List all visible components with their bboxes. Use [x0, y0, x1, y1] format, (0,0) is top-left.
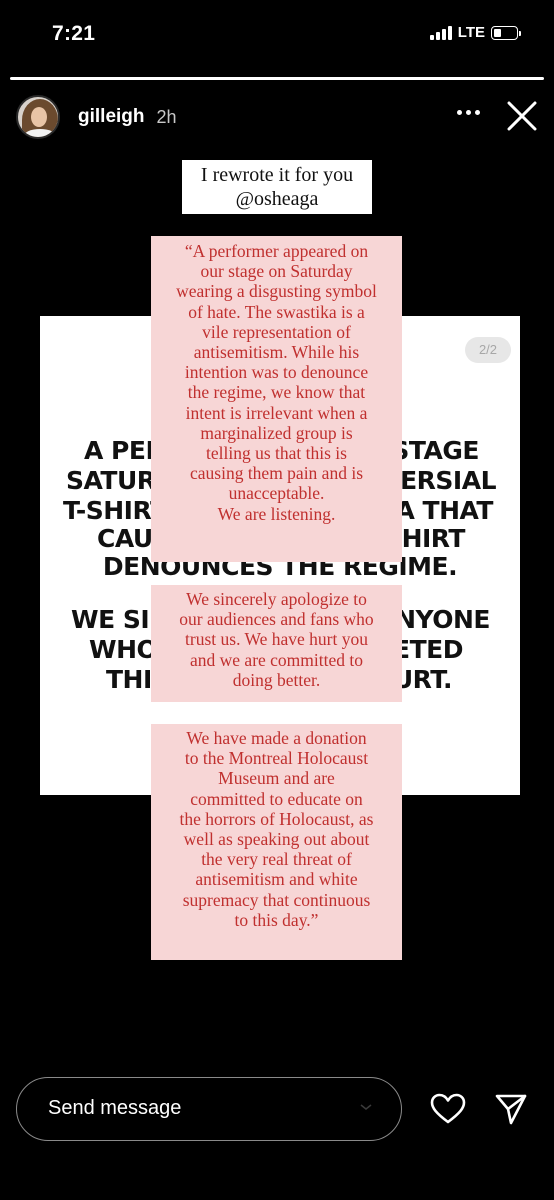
message-placeholder: Send message — [48, 1097, 182, 1119]
close-icon[interactable] — [506, 100, 538, 132]
note-line: telling us that this is — [206, 443, 347, 464]
username[interactable]: gilleigh — [78, 106, 145, 128]
note-line: the horrors of Holocaust, as — [179, 808, 374, 829]
note-line: intent is irrelevant when a — [185, 402, 368, 423]
note-line: to this day.” — [234, 909, 319, 930]
note-line: doing better. — [232, 669, 321, 690]
note-line: committed to educate on — [190, 788, 363, 809]
heart-icon[interactable] — [430, 1093, 466, 1125]
note-line: of hate. The swastika is a — [188, 301, 365, 322]
note-line: the very real threat of — [201, 849, 352, 870]
note-line: trust us. We have hurt you — [185, 629, 368, 650]
card-line: STAGE — [391, 436, 479, 465]
story-progress-bar — [10, 77, 544, 80]
story-header: gilleigh 2h — [16, 94, 538, 140]
note-line: and we are committed to — [190, 649, 363, 670]
note-line: We sincerely apologize to — [186, 589, 367, 609]
note-line: to the Montreal Holocaust — [184, 748, 369, 769]
story-title-mention[interactable]: @osheaga — [182, 187, 372, 211]
more-horizontal-icon[interactable] — [457, 110, 480, 115]
chevron-down-icon — [360, 1104, 372, 1110]
status-indicators: LTE — [429, 24, 521, 41]
note-line: well as speaking out about — [183, 829, 370, 850]
avatar[interactable] — [16, 95, 60, 139]
network-type: LTE — [457, 24, 485, 41]
rewrite-note: “A performer appeared on our stage on Sa… — [151, 236, 402, 562]
post-time: 2h — [156, 106, 177, 127]
send-icon[interactable] — [494, 1092, 528, 1126]
story-title-box: I rewrote it for you @osheaga — [182, 160, 372, 214]
signal-icon — [429, 25, 452, 40]
note-line: the regime, we know that — [187, 382, 366, 403]
rewrite-note: We have made a donation to the Montreal … — [151, 724, 402, 960]
note-line: intention was to denounce — [184, 362, 369, 383]
status-time: 7:21 — [52, 22, 96, 45]
note-line: wearing a disgusting symbol — [176, 281, 377, 302]
note-line: causing them pain and is — [189, 463, 364, 484]
note-line: We are listening. — [217, 503, 336, 524]
note-line: We have made a donation — [186, 728, 367, 748]
note-line: supremacy that continuous — [182, 889, 371, 910]
note-line: antisemitism and white — [195, 869, 358, 890]
note-line: vile representation of — [202, 321, 351, 342]
page-indicator-badge: 2/2 — [465, 337, 511, 363]
note-line: marginalized group is — [200, 422, 353, 443]
rewrite-note: We sincerely apologize to our audiences … — [151, 585, 402, 702]
note-line: our stage on Saturday — [200, 261, 353, 282]
send-message-input[interactable]: Send message — [16, 1077, 402, 1141]
note-line: “A performer appeared on — [184, 241, 369, 261]
note-line: unacceptable. — [228, 483, 325, 504]
note-line: antisemitism. While his — [193, 342, 360, 363]
note-line: Museum and are — [218, 768, 335, 789]
story-title-line: I rewrote it for you — [200, 164, 354, 186]
note-line: our audiences and fans who — [179, 609, 374, 630]
battery-icon — [491, 25, 521, 40]
